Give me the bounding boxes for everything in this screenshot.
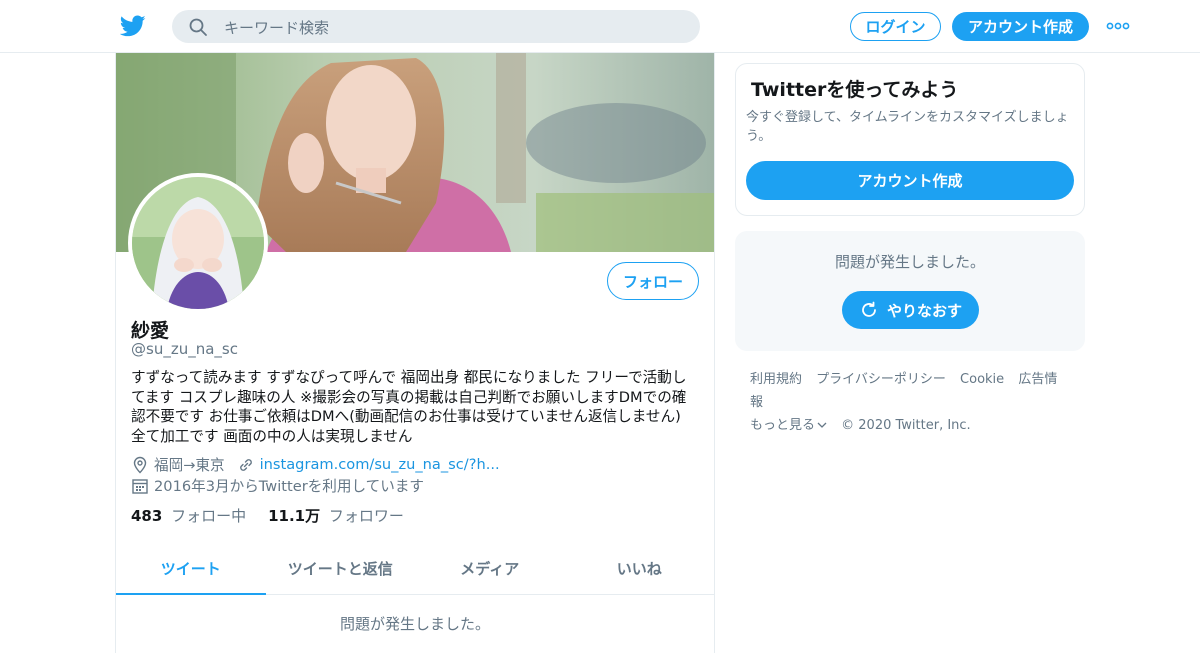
profile-counts: 483 フォロー中 11.1万 フォロワー	[131, 505, 404, 526]
footer-copyright: © 2020 Twitter, Inc.	[841, 418, 971, 433]
profile-website-link[interactable]: instagram.com/su_zu_na_sc/?h...	[260, 456, 500, 473]
tab-likes[interactable]: いいね	[565, 543, 715, 594]
signup-card-description: 今すぐ登録して、タイムラインをカスタマイズしましょう。	[746, 110, 1069, 144]
signup-button[interactable]: アカウント作成	[952, 12, 1089, 41]
chevron-down-icon	[817, 422, 827, 428]
following-count: 483	[131, 507, 163, 525]
footer-link-privacy[interactable]: プライバシーポリシー	[816, 372, 946, 387]
follow-button[interactable]: フォロー	[607, 262, 699, 300]
footer-links: 利用規約 プライバシーポリシー Cookie 広告情報 もっと見る © 2020…	[750, 368, 1070, 437]
more-options-icon[interactable]	[1106, 18, 1130, 34]
search-input[interactable]	[222, 10, 686, 45]
profile-bio: すずなって読みます すずなぴって呼んで 福岡出身 都民になりました フリーで活動…	[131, 369, 687, 445]
followers-label: フォロワー	[328, 507, 404, 525]
link-icon	[239, 458, 252, 471]
error-card: 問題が発生しました。 やりなおす	[735, 231, 1085, 351]
search-box[interactable]	[172, 10, 700, 45]
retry-button[interactable]: やりなおす	[842, 291, 979, 329]
profile-meta-row: 福岡→東京 instagram.com/su_zu_na_sc/?h...	[131, 454, 500, 475]
profile-avatar[interactable]	[128, 173, 268, 313]
profile-joined-date: 2016年3月からTwitterを利用しています	[154, 478, 425, 495]
twitter-bird-icon[interactable]	[120, 13, 146, 39]
following-label: フォロー中	[171, 507, 247, 525]
footer-link-more[interactable]: もっと見る	[750, 418, 827, 433]
profile-tabs: ツイート ツイートと返信 メディア いいね	[116, 543, 714, 595]
footer-link-cookie[interactable]: Cookie	[960, 372, 1004, 387]
profile-name: 紗愛	[131, 320, 170, 342]
footer-more-label: もっと見る	[750, 418, 816, 433]
signup-card: Twitterを使ってみよう 今すぐ登録して、タイムラインをカスタマイズしましょ…	[735, 63, 1085, 216]
refresh-icon	[862, 301, 876, 317]
login-button[interactable]: ログイン	[850, 12, 941, 41]
followers-count: 11.1万	[268, 507, 321, 525]
calendar-icon	[132, 478, 148, 494]
retry-button-label: やりなおす	[886, 301, 962, 320]
search-icon	[189, 18, 207, 36]
profile-location: 福岡→東京	[154, 457, 225, 474]
location-icon	[133, 456, 147, 473]
profile-joined-row: 2016年3月からTwitterを利用しています	[131, 475, 424, 496]
tab-tweets[interactable]: ツイート	[116, 543, 266, 595]
following-count-link[interactable]: 483 フォロー中	[131, 505, 246, 526]
profile-column: フォロー 紗愛 @su_zu_na_sc すずなって読みます すずなぴって呼んで…	[115, 53, 715, 653]
top-bar: ログイン アカウント作成	[0, 0, 1200, 53]
timeline-error-message: 問題が発生しました。	[339, 615, 490, 633]
tab-tweets-and-replies[interactable]: ツイートと返信	[266, 543, 416, 594]
profile-handle[interactable]: @su_zu_na_sc	[131, 340, 238, 358]
tab-media[interactable]: メディア	[415, 543, 565, 594]
footer-link-terms[interactable]: 利用規約	[750, 372, 802, 387]
error-card-message: 問題が発生しました。	[834, 253, 985, 271]
signup-card-button[interactable]: アカウント作成	[746, 161, 1074, 200]
signup-card-title: Twitterを使ってみよう	[751, 79, 959, 101]
followers-count-link[interactable]: 11.1万 フォロワー	[268, 505, 404, 526]
